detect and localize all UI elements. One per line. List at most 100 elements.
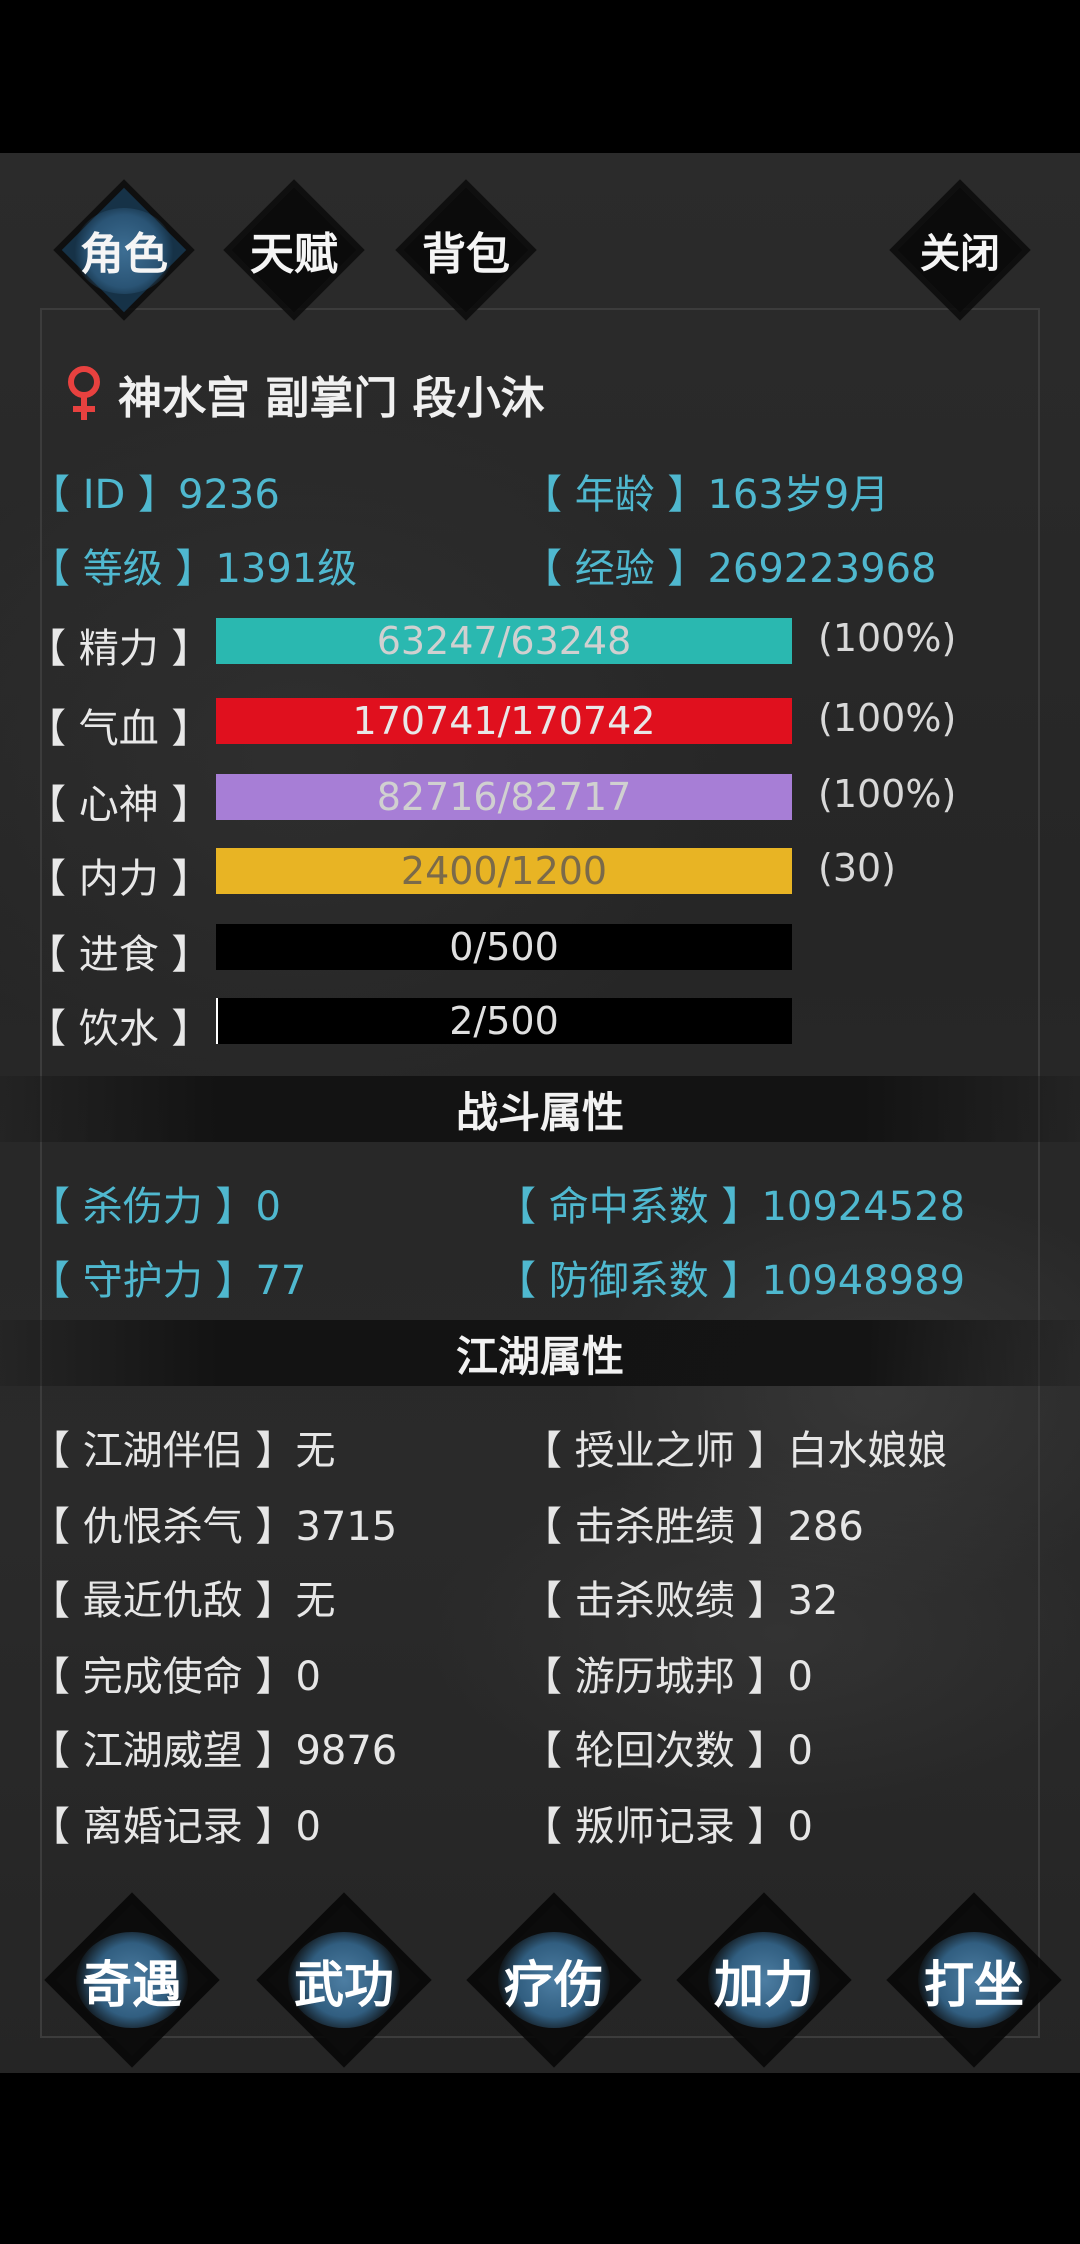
close-button[interactable]: 关闭 <box>890 180 1030 320</box>
hit-coef-row: 【 命中系数 】10924528 <box>496 1174 965 1232</box>
jianghu-row: 【 完成使命 】0 <box>30 1644 321 1702</box>
jianghu-value: 0 <box>787 1728 813 1774</box>
guard-power-label: 【 守护力 】 <box>30 1258 256 1304</box>
bar-percent: (100%) <box>818 616 957 660</box>
guard-power-row: 【 守护力 】77 <box>30 1248 306 1306</box>
jianghu-label: 【 离婚记录 】 <box>30 1804 296 1850</box>
tab-talent-label: 天赋 <box>250 229 338 280</box>
jianghu-value: 32 <box>787 1578 839 1624</box>
status-bar: 170741/170742 <box>216 698 792 744</box>
jianghu-row: 【 江湖威望 】9876 <box>30 1718 397 1776</box>
status-bar-fill <box>216 998 218 1044</box>
id-row: 【 ID 】9236 <box>30 462 280 520</box>
kill-power-row: 【 杀伤力 】0 <box>30 1174 281 1232</box>
jianghu-value: 0 <box>787 1654 813 1700</box>
action-button[interactable]: 疗伤 <box>464 1896 644 2066</box>
jianghu-row: 【 仇恨杀气 】3715 <box>30 1494 397 1552</box>
age-value: 163岁9月 <box>707 472 890 518</box>
action-button[interactable]: 加力 <box>674 1896 854 2066</box>
jianghu-section-header: 江湖属性 <box>0 1320 1080 1386</box>
jianghu-label: 【 击杀败绩 】 <box>522 1578 788 1624</box>
level-label: 【 等级 】 <box>30 546 216 592</box>
def-coef-label: 【 防御系数 】 <box>496 1258 762 1304</box>
jianghu-row: 【 离婚记录 】0 <box>30 1794 321 1852</box>
jianghu-label: 【 授业之师 】 <box>522 1428 788 1474</box>
hit-coef-value: 10924528 <box>761 1184 966 1230</box>
jianghu-label: 【 江湖伴侣 】 <box>30 1428 296 1474</box>
close-button-label: 关闭 <box>920 230 1000 277</box>
kill-power-value: 0 <box>255 1184 281 1230</box>
bar-label: 【 内力 】 <box>26 856 212 902</box>
jianghu-value: 无 <box>295 1578 336 1624</box>
status-bar-text: 2/500 <box>449 999 559 1043</box>
jianghu-row: 【 授业之师 】白水娘娘 <box>522 1418 947 1476</box>
jianghu-value: 无 <box>295 1428 336 1474</box>
tab-role[interactable]: 角色 <box>54 180 194 320</box>
status-bar: 0/500 <box>216 924 792 970</box>
jianghu-row: 【 叛师记录 】0 <box>522 1794 813 1852</box>
combat-section-header: 战斗属性 <box>0 1076 1080 1142</box>
guard-power-value: 77 <box>255 1258 307 1304</box>
hit-coef-label: 【 命中系数 】 <box>496 1184 762 1230</box>
bar-percent: (100%) <box>818 696 957 740</box>
bar-percent: (100%) <box>818 772 957 816</box>
jianghu-label: 【 最近仇敌 】 <box>30 1578 296 1624</box>
action-button[interactable]: 奇遇 <box>42 1896 222 2066</box>
id-value: 9236 <box>178 472 280 518</box>
exp-label: 【 经验 】 <box>522 546 708 592</box>
jianghu-value: 0 <box>295 1804 321 1850</box>
kill-power-label: 【 杀伤力 】 <box>30 1184 256 1230</box>
def-coef-row: 【 防御系数 】10948989 <box>496 1248 965 1306</box>
id-label: 【 ID 】 <box>30 472 179 518</box>
jianghu-value: 0 <box>787 1804 813 1850</box>
jianghu-label: 【 游历城邦 】 <box>522 1654 788 1700</box>
status-bar-text: 82716/82717 <box>376 775 632 819</box>
status-bar-text: 2400/1200 <box>400 849 608 893</box>
action-button-label: 武功 <box>294 1955 394 2014</box>
level-value: 1391级 <box>215 546 358 592</box>
bar-label: 【 气血 】 <box>26 706 212 752</box>
status-bar-text: 0/500 <box>449 925 559 969</box>
age-label: 【 年龄 】 <box>522 472 708 518</box>
jianghu-label: 【 仇恨杀气 】 <box>30 1504 296 1550</box>
def-coef-value: 10948989 <box>761 1258 966 1304</box>
age-row: 【 年龄 】163岁9月 <box>522 462 889 520</box>
status-bar-text: 63247/63248 <box>376 619 632 663</box>
jianghu-section-title: 江湖属性 <box>455 1331 624 1381</box>
jianghu-value: 286 <box>787 1504 864 1550</box>
jianghu-label: 【 江湖威望 】 <box>30 1728 296 1774</box>
jianghu-row: 【 击杀胜绩 】286 <box>522 1494 864 1552</box>
bar-label: 【 心神 】 <box>26 782 212 828</box>
tab-backpack-label: 背包 <box>422 229 510 280</box>
jianghu-value: 3715 <box>295 1504 398 1550</box>
status-bar: 82716/82717 <box>216 774 792 820</box>
action-button-label: 加力 <box>714 1955 814 2014</box>
jianghu-row: 【 轮回次数 】0 <box>522 1718 813 1776</box>
bar-percent: (30) <box>818 846 897 890</box>
tab-backpack[interactable]: 背包 <box>396 180 536 320</box>
bar-label: 【 饮水 】 <box>26 1006 212 1052</box>
bar-label: 【 精力 】 <box>26 626 212 672</box>
combat-section-title: 战斗属性 <box>455 1087 624 1137</box>
action-button-label: 奇遇 <box>82 1955 182 2014</box>
level-row: 【 等级 】1391级 <box>30 536 357 594</box>
jianghu-value: 0 <box>295 1654 321 1700</box>
exp-row: 【 经验 】269223968 <box>522 536 936 594</box>
bar-label: 【 进食 】 <box>26 932 212 978</box>
jianghu-row: 【 击杀败绩 】32 <box>522 1568 838 1626</box>
tab-talent[interactable]: 天赋 <box>224 180 364 320</box>
jianghu-label: 【 轮回次数 】 <box>522 1728 788 1774</box>
character-title: 神水宫 副掌门 段小沐 <box>118 373 545 424</box>
jianghu-value: 白水娘娘 <box>787 1428 948 1474</box>
tab-role-label: 角色 <box>80 229 168 280</box>
action-button[interactable]: 打坐 <box>884 1896 1064 2066</box>
action-button-label: 打坐 <box>924 1955 1024 2014</box>
female-icon <box>62 364 106 424</box>
jianghu-value: 9876 <box>295 1728 398 1774</box>
status-bar: 63247/63248 <box>216 618 792 664</box>
jianghu-row: 【 游历城邦 】0 <box>522 1644 813 1702</box>
status-bar-text: 170741/170742 <box>352 699 656 743</box>
status-bar: 2/500 <box>216 998 792 1044</box>
action-button-label: 疗伤 <box>504 1955 604 2014</box>
action-button[interactable]: 武功 <box>254 1896 434 2066</box>
